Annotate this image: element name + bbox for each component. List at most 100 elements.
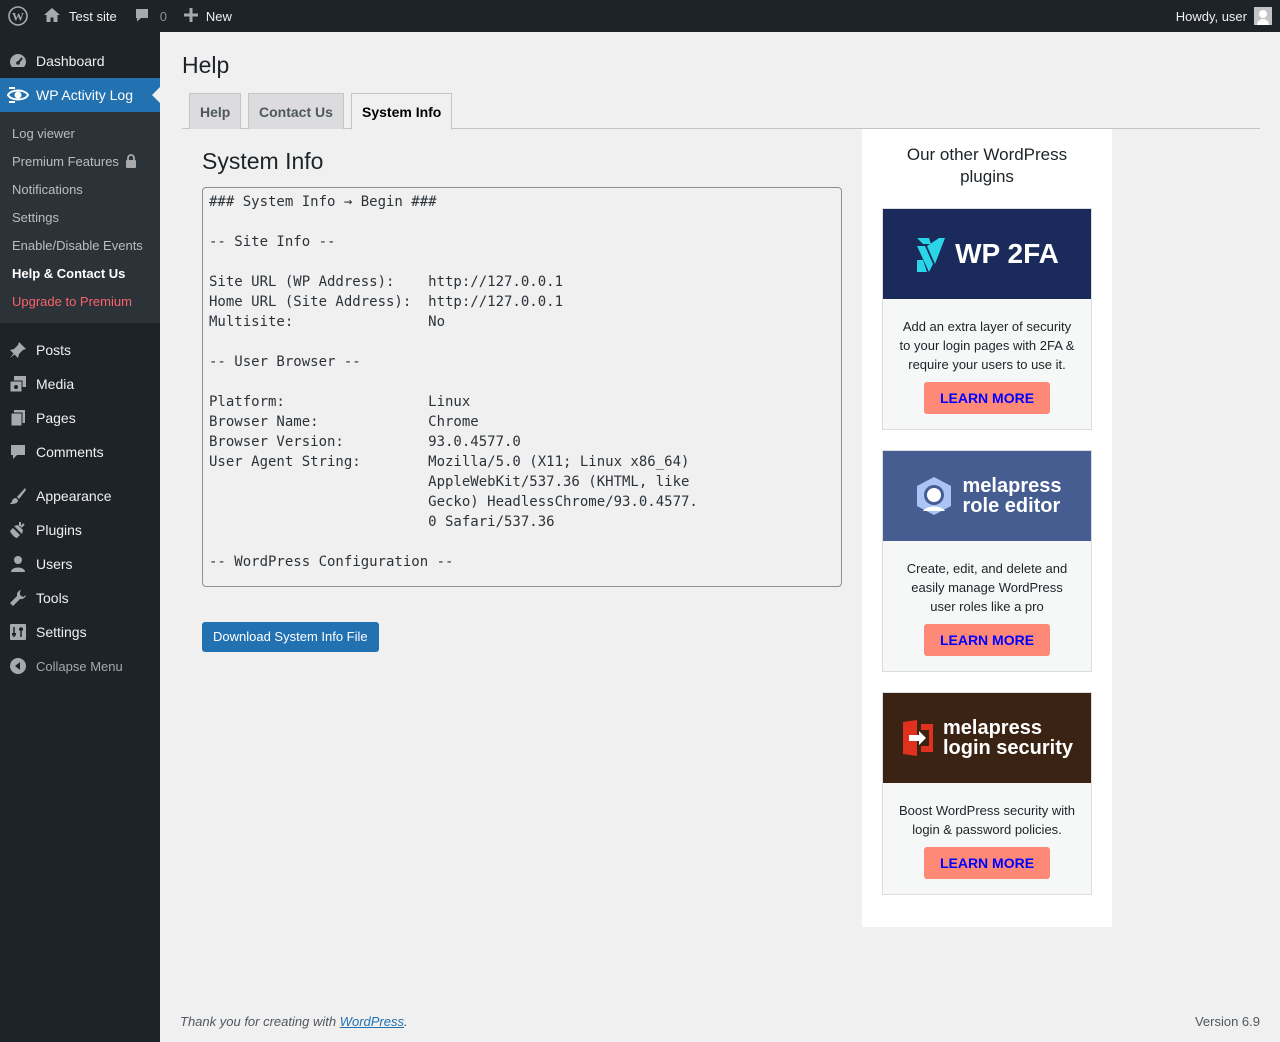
site-name-link[interactable]: Test site xyxy=(35,0,124,32)
menu-item-pages[interactable]: Pages xyxy=(0,401,160,435)
brush-icon xyxy=(0,487,36,505)
submenu-label: Log viewer xyxy=(12,125,75,141)
avatar xyxy=(1254,7,1272,25)
menu-item-dashboard[interactable]: Dashboard xyxy=(0,44,160,78)
page-title: Help xyxy=(182,52,230,78)
howdy-label: Howdy, user xyxy=(1175,8,1247,24)
menu-item-appearance[interactable]: Appearance xyxy=(0,479,160,513)
download-system-info-button[interactable]: Download System Info File xyxy=(202,622,379,652)
admin-bar: W Test site 0 New Howdy, user xyxy=(0,0,1280,32)
comments-count: 0 xyxy=(159,8,167,24)
footer-thanks: Thank you for creating with WordPress. xyxy=(180,1014,408,1029)
dashboard-gauge-icon xyxy=(0,51,36,71)
menu-label-wp-activity-log: WP Activity Log xyxy=(36,87,134,103)
new-content-link[interactable]: New xyxy=(174,0,239,32)
footer-version: Version 6.9 xyxy=(1194,1014,1260,1029)
new-label: New xyxy=(205,8,232,24)
submenu-premium-features[interactable]: Premium Features xyxy=(0,147,160,175)
tab-contact-us[interactable]: Contact Us xyxy=(248,93,344,129)
plugin-icon xyxy=(0,521,36,539)
menu-label-media: Media xyxy=(36,376,75,392)
login-security-banner: melapress login security xyxy=(883,693,1091,783)
menu-item-posts[interactable]: Posts xyxy=(0,333,160,367)
role-editor-banner-line2: role editor xyxy=(962,495,1061,517)
tab-system-info[interactable]: System Info xyxy=(351,93,453,130)
login-security-logo-icon xyxy=(901,718,937,758)
menu-label-posts: Posts xyxy=(36,342,72,358)
menu-label-appearance: Appearance xyxy=(36,488,112,504)
menu-label-comments: Comments xyxy=(36,444,104,460)
wp-2fa-logo-icon xyxy=(915,234,947,274)
pages-icon xyxy=(0,409,36,427)
tab-help[interactable]: Help xyxy=(189,93,242,129)
role-editor-banner: melapress role editor xyxy=(883,451,1091,541)
submenu-label: Enable/Disable Events xyxy=(12,237,143,253)
learn-more-button[interactable]: LEARN MORE xyxy=(923,847,1051,879)
submenu-help-contact[interactable]: Help & Contact Us xyxy=(0,259,160,287)
submenu-enable-disable-events[interactable]: Enable/Disable Events xyxy=(0,231,160,259)
my-account-link[interactable]: Howdy, user xyxy=(1169,0,1280,32)
plugin-description: Boost WordPress security with login & pa… xyxy=(898,803,1076,837)
menu-item-plugins[interactable]: Plugins xyxy=(0,513,160,547)
media-icon xyxy=(0,375,36,393)
menu-label-settings: Settings xyxy=(36,624,87,640)
menu-item-comments[interactable]: Comments xyxy=(0,435,160,469)
submenu-label: Settings xyxy=(12,209,59,225)
menu-item-settings[interactable]: Settings xyxy=(0,615,160,649)
users-icon xyxy=(0,555,36,573)
learn-more-button[interactable]: LEARN MORE xyxy=(923,624,1051,656)
submenu-label: Help & Contact Us xyxy=(12,265,126,281)
home-icon xyxy=(43,7,61,26)
submenu-notifications[interactable]: Notifications xyxy=(0,175,160,203)
wp-2fa-banner-text: WP 2FA xyxy=(955,238,1059,269)
submenu-upgrade-premium[interactable]: Upgrade to Premium xyxy=(0,287,160,315)
wp-2fa-banner: WP 2FA xyxy=(883,209,1091,299)
collapse-arrow-icon xyxy=(0,657,36,675)
submenu-log-viewer[interactable]: Log viewer xyxy=(0,119,160,147)
submenu-settings[interactable]: Settings xyxy=(0,203,160,231)
wrench-icon xyxy=(0,589,36,607)
activity-log-submenu: Log viewer Premium Features Notification… xyxy=(0,112,160,323)
wordpress-logo-icon[interactable]: W xyxy=(0,0,35,32)
wordpress-link[interactable]: WordPress xyxy=(340,1014,404,1029)
menu-label-tools: Tools xyxy=(36,590,69,606)
eye-icon xyxy=(0,85,36,105)
system-info-section: System Info ### System Info → Begin ### … xyxy=(202,148,842,652)
menu-label-plugins: Plugins xyxy=(36,522,82,538)
learn-more-button[interactable]: LEARN MORE xyxy=(923,382,1051,414)
system-info-textarea[interactable]: ### System Info → Begin ### -- Site Info… xyxy=(202,187,842,587)
other-plugins-sidebar: Our other WordPress plugins WP 2FA Add a… xyxy=(862,129,1112,927)
menu-item-wp-activity-log[interactable]: WP Activity Log xyxy=(0,78,160,112)
menu-item-media[interactable]: Media xyxy=(0,367,160,401)
submenu-label: Upgrade to Premium xyxy=(12,293,132,309)
login-security-banner-line1: melapress xyxy=(942,717,1042,739)
menu-label-pages: Pages xyxy=(36,410,76,426)
collapse-menu-label: Collapse Menu xyxy=(36,658,123,674)
nav-tabs: Help Contact Us System Info xyxy=(182,92,1260,130)
comments-link[interactable]: 0 xyxy=(124,0,174,32)
plus-icon xyxy=(183,7,198,25)
plugin-description: Create, edit, and delete and easily mana… xyxy=(906,561,1068,614)
pushpin-icon xyxy=(0,341,36,359)
menu-item-tools[interactable]: Tools xyxy=(0,581,160,615)
admin-sidebar: Dashboard WP Activity Log Log viewer Pre… xyxy=(0,32,160,1042)
plugin-description: Add an extra layer of security to your l… xyxy=(899,319,1075,372)
menu-label-dashboard: Dashboard xyxy=(36,53,105,69)
menu-label-users: Users xyxy=(36,556,73,572)
submenu-label: Notifications xyxy=(12,181,83,197)
plugin-card-role-editor: melapress role editor Create, edit, and … xyxy=(882,450,1092,672)
footer-thanks-prefix: Thank you for creating with xyxy=(180,1014,340,1029)
role-editor-banner-line1: melapress xyxy=(962,475,1062,497)
plugin-card-login-security: melapress login security Boost WordPress… xyxy=(882,692,1092,895)
settings-icon xyxy=(0,623,36,641)
section-title: System Info xyxy=(202,148,324,174)
submenu-label: Premium Features xyxy=(12,153,119,169)
promo-title: Our other WordPress plugins xyxy=(906,145,1068,186)
footer-thanks-suffix: . xyxy=(404,1014,408,1029)
menu-item-users[interactable]: Users xyxy=(0,547,160,581)
svg-text:W: W xyxy=(12,10,24,24)
collapse-menu-button[interactable]: Collapse Menu xyxy=(0,649,160,683)
main-content: Help Help Contact Us System Info System … xyxy=(160,32,1280,1042)
comments-icon xyxy=(0,443,36,461)
comment-bubble-icon xyxy=(134,7,150,26)
